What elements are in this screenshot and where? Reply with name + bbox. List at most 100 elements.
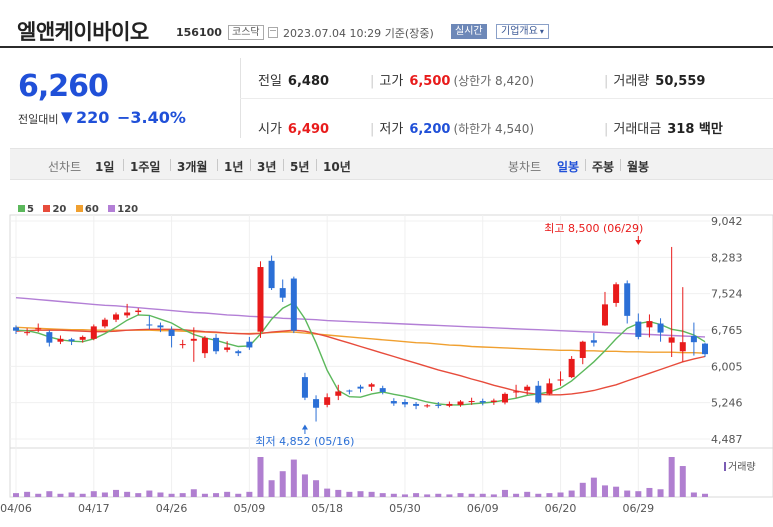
volume-bar	[646, 487, 653, 497]
volume-bar	[490, 494, 497, 497]
candle-body	[435, 404, 442, 406]
x-tick-label: 06/09	[467, 502, 499, 515]
volume-bar	[535, 493, 542, 497]
candle-body	[335, 391, 342, 396]
y-tick-label: 6,005	[711, 360, 743, 373]
y-tick-label: 9,042	[711, 215, 743, 228]
x-tick-label: 06/20	[545, 502, 577, 515]
volume-bar	[35, 493, 42, 497]
candle-body	[490, 400, 497, 403]
candle-body	[135, 310, 142, 313]
volume-bar	[290, 459, 297, 497]
candle-body	[35, 328, 42, 330]
candle-body	[124, 312, 131, 316]
candle-body	[513, 391, 520, 393]
volume-bar	[590, 477, 597, 497]
candle-body	[601, 304, 608, 326]
volume-bar	[457, 493, 464, 497]
x-tick-label: 04/26	[156, 502, 188, 515]
stock-chart: 9,042 8,283 7,524 6,765 6,005 5,246 4,487 04/06…	[0, 214, 773, 515]
volume-bar	[279, 471, 286, 497]
candle-body	[246, 341, 253, 348]
candle-body	[524, 386, 531, 391]
candle-body	[413, 403, 420, 406]
volume-bar	[446, 494, 453, 497]
volume-bar	[113, 489, 120, 497]
candle-body	[613, 284, 620, 303]
volume-bar	[79, 493, 86, 497]
y-tick-label: 6,765	[711, 324, 743, 337]
volume-bar	[690, 492, 697, 497]
volume-bar	[401, 494, 408, 497]
candle-body	[24, 332, 31, 334]
candle-body	[535, 385, 542, 403]
x-tick-label: 05/09	[234, 502, 266, 515]
candle-body	[224, 347, 231, 350]
volume-bar	[313, 480, 320, 497]
volume-bar	[190, 489, 197, 497]
x-tick-label: 04/17	[78, 502, 110, 515]
volume-bar	[124, 491, 131, 497]
candle-body	[668, 337, 675, 343]
volume-bar	[613, 486, 620, 497]
candle-body	[290, 278, 297, 331]
volume-bar	[324, 488, 331, 497]
volume-bar	[557, 492, 564, 497]
high-arrowhead	[635, 239, 642, 245]
x-tick-label: 04/06	[0, 502, 32, 515]
volume-bar	[246, 491, 253, 497]
volume-bar	[413, 493, 420, 497]
candle-body	[301, 377, 308, 398]
candle-body	[579, 341, 586, 358]
candle-body	[557, 379, 564, 381]
candle-body	[79, 336, 86, 340]
low-annotation: 최저 4,852 (05/16)	[255, 435, 354, 448]
volume-bar	[379, 493, 386, 497]
candle-body	[690, 335, 697, 343]
candle-body	[146, 324, 153, 326]
volume-bar	[213, 493, 220, 497]
candle-body	[468, 401, 475, 403]
volume-bar	[635, 491, 642, 497]
candle-body	[201, 337, 208, 354]
candle-body	[168, 329, 175, 336]
candle-body	[546, 383, 553, 394]
candle-body	[101, 319, 108, 327]
candle-body	[368, 384, 375, 387]
volume-bar	[568, 490, 575, 497]
volume-bar	[346, 491, 353, 497]
candle-body	[379, 388, 386, 392]
volume-bar	[390, 493, 397, 497]
volume-bar	[424, 494, 431, 497]
candle-body	[457, 401, 464, 405]
candle-body	[401, 402, 408, 405]
candle-body	[313, 399, 320, 408]
candle-body	[68, 339, 75, 342]
volume-bar	[24, 491, 31, 497]
candle-body	[446, 403, 453, 406]
volume-bar	[168, 493, 175, 497]
volume-bar	[668, 457, 675, 497]
candle-body	[279, 288, 286, 298]
candle-body	[424, 405, 431, 407]
volume-bar	[624, 490, 631, 497]
candle-body	[346, 390, 353, 392]
candle-body	[13, 327, 19, 331]
volume-bar	[68, 492, 75, 497]
candle-body	[324, 397, 331, 405]
y-tick-label: 4,487	[711, 433, 743, 446]
candle-body	[213, 337, 220, 352]
volume-bar	[235, 493, 242, 497]
volume-bar	[368, 491, 375, 497]
x-tick-label: 06/29	[622, 502, 654, 515]
candle-body	[479, 401, 486, 403]
candle-body	[235, 351, 242, 354]
volume-bar	[90, 491, 97, 497]
volume-bar	[435, 493, 442, 497]
volume-bar	[513, 493, 520, 497]
volume-bar	[224, 491, 231, 497]
candle-body	[157, 325, 164, 328]
candle-body	[657, 323, 664, 333]
candle-body	[679, 342, 686, 352]
volume-bar	[679, 466, 686, 497]
